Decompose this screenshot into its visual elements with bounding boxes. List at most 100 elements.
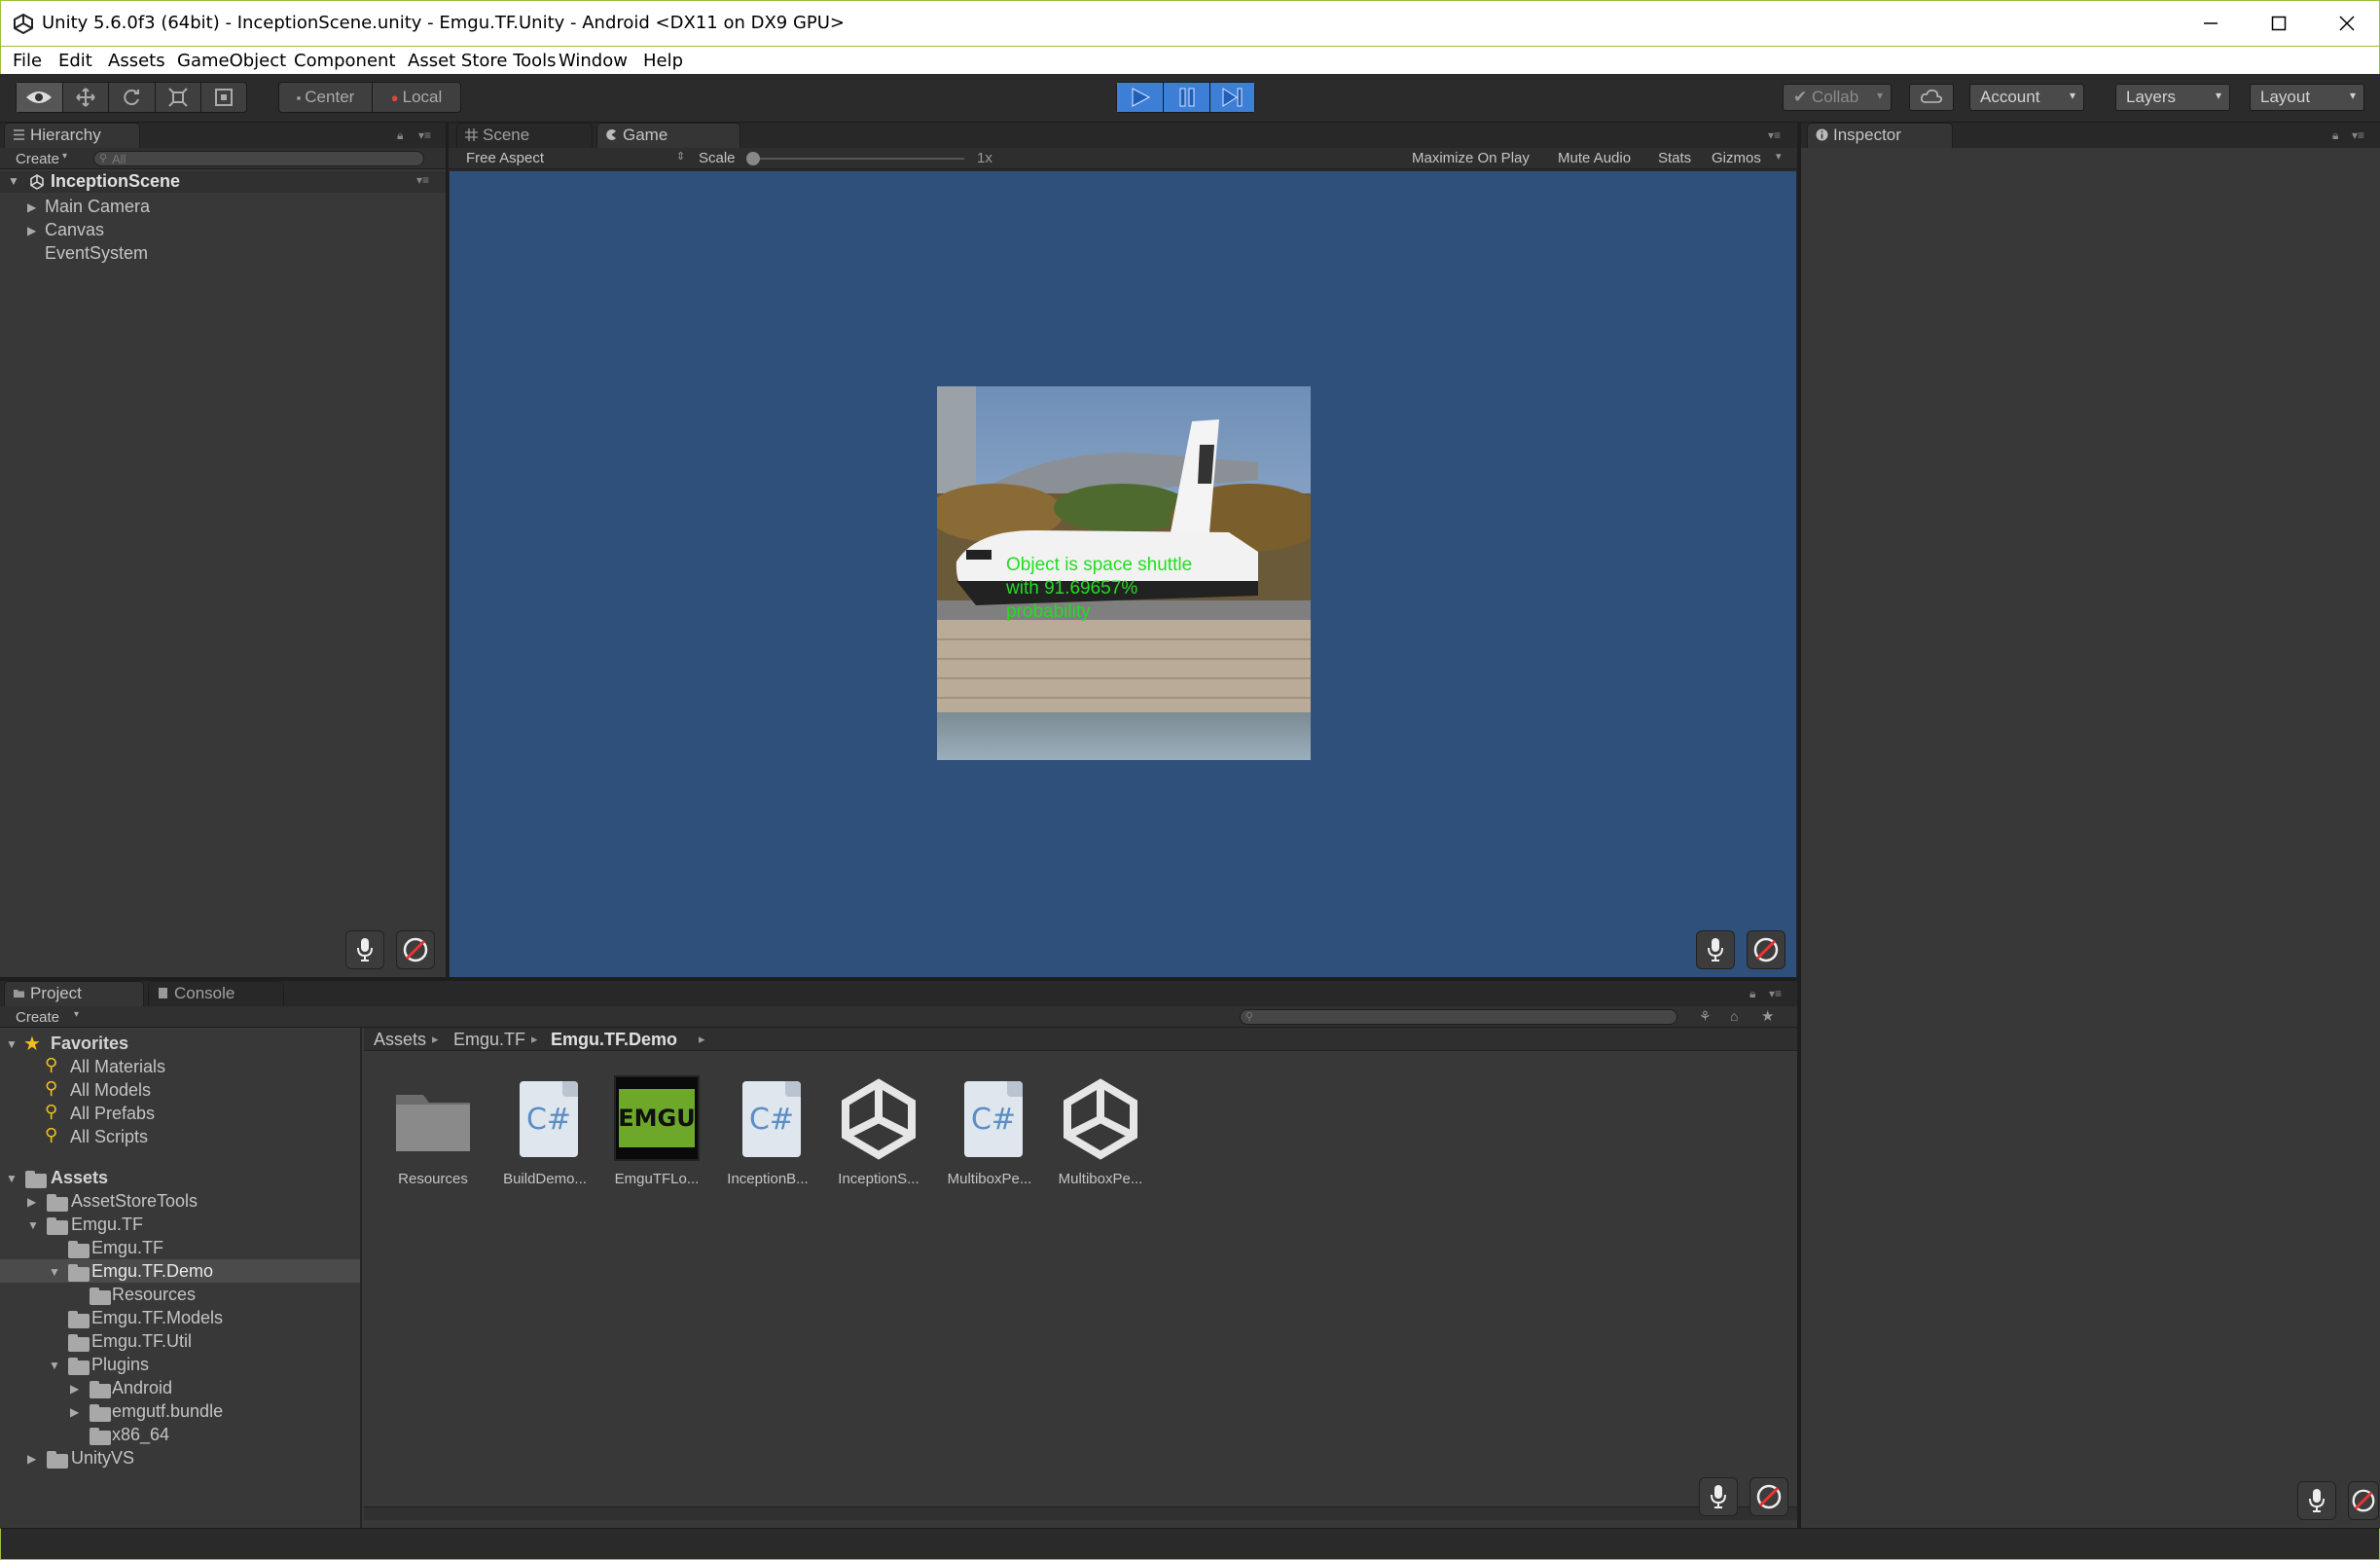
tab-project[interactable]: Project bbox=[4, 981, 144, 1006]
menu-window[interactable]: Window bbox=[559, 51, 628, 71]
expand-triangle-icon[interactable]: ▶ bbox=[27, 200, 36, 214]
minimize-button[interactable] bbox=[2177, 1, 2245, 46]
stats-toggle[interactable]: Stats bbox=[1658, 150, 1691, 166]
tree-item-plugins[interactable]: Plugins bbox=[91, 1355, 149, 1375]
tree-item-resources[interactable]: Resources bbox=[112, 1285, 196, 1305]
no-sync-button[interactable] bbox=[1749, 1477, 1788, 1516]
panel-menu-icon[interactable]: ▾≡ bbox=[418, 128, 442, 142]
asset-inceptionb-script[interactable]: C# InceptionB... bbox=[714, 1075, 821, 1187]
menu-edit[interactable]: Edit bbox=[58, 51, 92, 71]
hierarchy-create-dropdown[interactable]: Create bbox=[16, 151, 59, 167]
scale-slider-thumb[interactable] bbox=[746, 152, 760, 165]
tab-hierarchy[interactable]: Hierarchy bbox=[4, 123, 140, 148]
panel-menu-icon[interactable]: ▾≡ bbox=[1768, 128, 1791, 142]
mute-audio-toggle[interactable]: Mute Audio bbox=[1558, 150, 1631, 166]
rotate-tool-button[interactable] bbox=[109, 83, 156, 112]
collapse-triangle-icon[interactable]: ▼ bbox=[6, 1037, 18, 1051]
gizmos-dropdown[interactable]: Gizmos bbox=[1712, 150, 1761, 166]
microphone-button[interactable] bbox=[345, 930, 384, 969]
account-dropdown[interactable]: Account ▾ bbox=[1969, 84, 2084, 111]
asset-resources-folder[interactable]: Resources bbox=[379, 1075, 487, 1187]
tree-item-android[interactable]: Android bbox=[112, 1378, 172, 1398]
pivot-center-button[interactable]: ▪ Center bbox=[279, 83, 373, 112]
play-button[interactable] bbox=[1117, 83, 1164, 112]
expand-triangle-icon[interactable]: ▶ bbox=[70, 1405, 79, 1419]
asset-builddemo-script[interactable]: C# BuildDemo... bbox=[491, 1075, 598, 1187]
tree-item-emgu-tf-util[interactable]: Emgu.TF.Util bbox=[91, 1331, 192, 1352]
menu-asset-store-tools[interactable]: Asset Store Tools bbox=[408, 51, 557, 71]
move-tool-button[interactable] bbox=[63, 83, 110, 112]
expand-triangle-icon[interactable]: ▶ bbox=[27, 224, 36, 237]
favorite-all-scripts[interactable]: All Scripts bbox=[70, 1127, 148, 1147]
tree-item-x86-64[interactable]: x86_64 bbox=[112, 1425, 169, 1445]
tab-game[interactable]: Game bbox=[596, 123, 740, 148]
menu-help[interactable]: Help bbox=[643, 51, 683, 71]
asset-multiboxpe-scene[interactable]: MultiboxPe... bbox=[1047, 1075, 1154, 1187]
hierarchy-item-canvas[interactable]: Canvas bbox=[45, 220, 104, 240]
tree-item-emgu-tf-models[interactable]: Emgu.TF.Models bbox=[91, 1308, 223, 1328]
no-sync-button[interactable] bbox=[1747, 930, 1785, 969]
tab-scene[interactable]: Scene bbox=[456, 123, 593, 148]
menu-component[interactable]: Component bbox=[294, 51, 396, 71]
asset-inceptionscene[interactable]: InceptionS... bbox=[825, 1075, 932, 1187]
collapse-triangle-icon[interactable]: ▼ bbox=[27, 1218, 39, 1232]
tree-item-emgu-tf[interactable]: Emgu.TF bbox=[71, 1215, 143, 1235]
expand-triangle-icon[interactable]: ▶ bbox=[70, 1382, 79, 1396]
step-button[interactable] bbox=[1210, 83, 1254, 112]
tree-item-emgutf-bundle[interactable]: emgutf.bundle bbox=[112, 1401, 223, 1422]
project-create-dropdown[interactable]: Create bbox=[16, 1009, 59, 1026]
menu-gameobject[interactable]: GameObject bbox=[177, 51, 286, 71]
hierarchy-item-main-camera[interactable]: Main Camera bbox=[45, 197, 150, 217]
maximize-on-play-toggle[interactable]: Maximize On Play bbox=[1412, 150, 1530, 166]
hierarchy-search-input[interactable]: ⚲ All bbox=[93, 151, 424, 166]
favorite-all-models[interactable]: All Models bbox=[70, 1080, 151, 1101]
breadcrumb-emgu-tf-demo[interactable]: Emgu.TF.Demo bbox=[551, 1030, 677, 1050]
asset-multiboxpe-script[interactable]: C# MultiboxPe... bbox=[936, 1075, 1043, 1187]
rect-tool-button[interactable] bbox=[201, 83, 246, 112]
layout-dropdown[interactable]: Layout ▾ bbox=[2250, 84, 2364, 111]
expand-triangle-icon[interactable]: ▶ bbox=[27, 1195, 36, 1209]
layers-dropdown[interactable]: Layers ▾ bbox=[2115, 84, 2230, 111]
tree-item-emgu-tf-demo[interactable]: Emgu.TF.Demo bbox=[91, 1261, 213, 1282]
horizontal-scrollbar[interactable] bbox=[364, 1506, 1797, 1520]
collab-dropdown[interactable]: ✔ Collab ▾ bbox=[1783, 84, 1892, 111]
tree-item-emgu-tf-sub[interactable]: Emgu.TF bbox=[91, 1238, 163, 1258]
microphone-button[interactable] bbox=[1696, 930, 1735, 969]
filter-by-type-icon[interactable]: ⚘ bbox=[1699, 1008, 1712, 1025]
panel-menu-icon[interactable]: ▾≡ bbox=[2352, 128, 2375, 142]
favorite-all-prefabs[interactable]: All Prefabs bbox=[70, 1104, 155, 1124]
collapse-triangle-icon[interactable]: ▼ bbox=[6, 1172, 18, 1185]
collapse-triangle-icon[interactable]: ▼ bbox=[49, 1265, 60, 1279]
scene-header-row[interactable]: ▼ InceptionScene ▾≡ bbox=[0, 171, 446, 193]
collapse-triangle-icon[interactable]: ▼ bbox=[49, 1359, 60, 1372]
project-search-input[interactable]: ⚲ bbox=[1240, 1009, 1677, 1025]
microphone-button[interactable] bbox=[1699, 1477, 1738, 1516]
no-sync-button[interactable] bbox=[2348, 1481, 2379, 1520]
no-sync-button[interactable] bbox=[396, 930, 435, 969]
star-icon[interactable]: ★ bbox=[1761, 1007, 1774, 1025]
tab-console[interactable]: Console bbox=[148, 981, 284, 1006]
pivot-local-button[interactable]: ● Local bbox=[373, 83, 460, 112]
pause-button[interactable] bbox=[1164, 83, 1210, 112]
favorite-all-materials[interactable]: All Materials bbox=[70, 1057, 165, 1077]
maximize-button[interactable] bbox=[2245, 1, 2313, 46]
close-button[interactable] bbox=[2313, 1, 2380, 46]
tree-item-unityvs[interactable]: UnityVS bbox=[71, 1448, 134, 1469]
lock-icon[interactable]: 🔒︎ bbox=[397, 128, 420, 142]
scene-menu-icon[interactable]: ▾≡ bbox=[416, 173, 440, 187]
tree-item-assetstoretools[interactable]: AssetStoreTools bbox=[71, 1191, 198, 1212]
microphone-button[interactable] bbox=[2297, 1481, 2336, 1520]
breadcrumb-emgu-tf[interactable]: Emgu.TF bbox=[453, 1030, 525, 1050]
collapse-triangle-icon[interactable]: ▼ bbox=[8, 174, 19, 188]
menu-file[interactable]: File bbox=[13, 51, 42, 71]
panel-menu-icon[interactable]: ▾≡ bbox=[1769, 987, 1792, 1000]
hand-tool-button[interactable] bbox=[17, 83, 63, 112]
aspect-dropdown[interactable]: Free Aspect bbox=[466, 150, 544, 166]
breadcrumb-assets[interactable]: Assets bbox=[374, 1030, 426, 1050]
cloud-button[interactable] bbox=[1909, 84, 1954, 111]
favorites-header[interactable]: Favorites bbox=[51, 1034, 128, 1054]
menu-assets[interactable]: Assets bbox=[108, 51, 165, 71]
hierarchy-item-eventsystem[interactable]: EventSystem bbox=[45, 243, 148, 264]
tag-icon[interactable]: ⌂ bbox=[1730, 1008, 1738, 1024]
assets-header[interactable]: Assets bbox=[51, 1168, 108, 1188]
